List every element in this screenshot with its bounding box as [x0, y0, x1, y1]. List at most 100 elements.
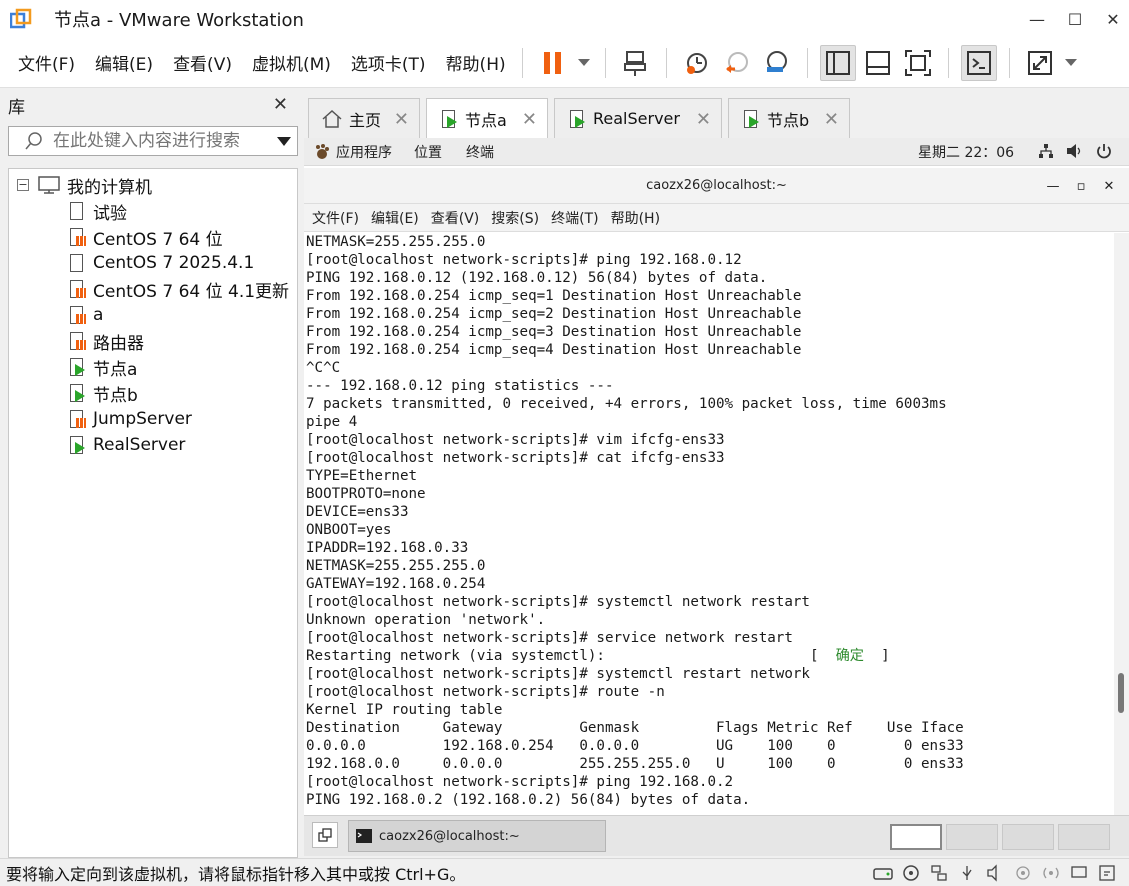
- terminal-titlebar: caozx26@localhost:~ — ▫ ✕: [304, 168, 1129, 204]
- tree-root[interactable]: − 我的计算机: [17, 173, 152, 198]
- tree-item-label: a: [93, 305, 104, 325]
- taskbar-terminal-label: caozx26@localhost:~: [379, 828, 520, 844]
- tree-root-label: 我的计算机: [67, 177, 152, 198]
- sound-icon[interactable]: [983, 861, 1007, 885]
- workspace-2[interactable]: [946, 824, 998, 850]
- menu-file[interactable]: 文件(F): [18, 50, 75, 75]
- show-desktop-icon[interactable]: [312, 822, 338, 848]
- tab-close-icon[interactable]: ✕: [824, 109, 839, 130]
- tree-item[interactable]: 节点b: [67, 381, 138, 406]
- network-adapter-icon[interactable]: [927, 861, 951, 885]
- terminal-line: Unknown operation 'network'.: [306, 612, 546, 628]
- workspace-1[interactable]: [890, 824, 942, 850]
- tab-node-a[interactable]: 节点a ✕: [426, 98, 548, 138]
- tree-item[interactable]: RealServer: [67, 433, 185, 457]
- terminal-output[interactable]: NETMASK=255.255.255.0 [root@localhost net…: [304, 233, 1114, 815]
- tree-item[interactable]: 节点a: [67, 355, 137, 380]
- guest-display[interactable]: 应用程序 位置 终端 星期二 22：06 caozx26@localhost:~…: [304, 138, 1129, 856]
- terminal-menu-view[interactable]: 查看(V): [431, 208, 480, 228]
- places-menu[interactable]: 位置: [414, 142, 442, 162]
- tree-item[interactable]: JumpServer: [67, 407, 192, 431]
- menu-tabs[interactable]: 选项卡(T): [351, 50, 426, 75]
- stretch-dropdown-icon[interactable]: [1062, 45, 1080, 81]
- send-ctrl-alt-del-icon[interactable]: [618, 45, 654, 81]
- tab-close-icon[interactable]: ✕: [696, 109, 711, 130]
- full-screen-icon[interactable]: [900, 45, 936, 81]
- terminal-menu-edit[interactable]: 编辑(E): [371, 208, 419, 228]
- collapse-icon[interactable]: −: [17, 179, 29, 191]
- terminal-line: [root@localhost network-scripts]# route …: [306, 684, 665, 700]
- tab-home[interactable]: 主页 ✕: [308, 98, 420, 138]
- terminal-app-menu[interactable]: 终端: [466, 142, 494, 162]
- menu-edit[interactable]: 编辑(E): [95, 50, 153, 75]
- terminal-line: NETMASK=255.255.255.0: [306, 558, 486, 574]
- stretch-guest-icon[interactable]: [1022, 45, 1058, 81]
- terminal-line: IPADDR=192.168.0.33: [306, 540, 469, 556]
- search-input[interactable]: [53, 131, 273, 151]
- tab-realserver-label: RealServer: [593, 109, 680, 128]
- close-library-icon[interactable]: ✕: [273, 94, 288, 115]
- clock[interactable]: 星期二 22：06: [918, 142, 1014, 162]
- terminal-line: DEVICE=ens33: [306, 504, 409, 520]
- close-button[interactable]: ✕: [1097, 0, 1129, 38]
- workspace-4[interactable]: [1058, 824, 1110, 850]
- maximize-button[interactable]: ☐: [1059, 0, 1091, 38]
- message-icon[interactable]: [1095, 861, 1119, 885]
- terminal-line: NETMASK=255.255.255.0: [306, 234, 486, 250]
- terminal-menu-help[interactable]: 帮助(H): [611, 208, 660, 228]
- snapshot-manager-icon[interactable]: [759, 45, 795, 81]
- vm-running-icon: [439, 109, 459, 129]
- network-icon[interactable]: [1038, 143, 1054, 163]
- display-icon[interactable]: [1067, 861, 1091, 885]
- snapshot-icon[interactable]: [679, 45, 715, 81]
- tree-item[interactable]: CentOS 7 64 位 4.1更新: [67, 277, 289, 302]
- window-title: 节点a - VMware Workstation: [54, 10, 304, 31]
- tab-realserver[interactable]: RealServer ✕: [554, 98, 722, 138]
- tab-node-b[interactable]: 节点b ✕: [728, 98, 850, 138]
- menu-help[interactable]: 帮助(H): [446, 50, 506, 75]
- terminal-menu-terminal[interactable]: 终端(T): [551, 208, 598, 228]
- library-title: 库: [8, 97, 25, 118]
- show-library-icon[interactable]: [819, 44, 856, 81]
- thumbnail-bar-icon[interactable]: [860, 45, 896, 81]
- terminal-line: [root@localhost network-scripts]# system…: [306, 594, 810, 610]
- terminal-line: [root@localhost network-scripts]# ping 1…: [306, 774, 734, 790]
- tab-close-icon[interactable]: ✕: [522, 109, 537, 130]
- workspace-3[interactable]: [1002, 824, 1054, 850]
- search-dropdown-icon[interactable]: [277, 137, 291, 146]
- power-dropdown-icon[interactable]: [575, 45, 593, 81]
- terminal-menu-file[interactable]: 文件(F): [312, 208, 359, 228]
- terminal-menu-search[interactable]: 搜索(S): [491, 208, 539, 228]
- wireless-icon[interactable]: [1039, 861, 1063, 885]
- search-icon: [25, 132, 42, 150]
- hard-disk-icon[interactable]: [871, 861, 895, 885]
- volume-icon[interactable]: [1066, 143, 1084, 163]
- terminal-close-button[interactable]: ✕: [1095, 168, 1123, 204]
- terminal-line: PING 192.168.0.2 (192.168.0.2) 56(84) by…: [306, 792, 751, 808]
- terminal-line: From 192.168.0.254 icmp_seq=3 Destinatio…: [306, 324, 802, 340]
- terminal-maximize-button[interactable]: ▫: [1067, 168, 1095, 204]
- console-view-icon[interactable]: [960, 44, 997, 81]
- tree-item[interactable]: 路由器: [67, 329, 144, 354]
- minimize-button[interactable]: —: [1021, 0, 1053, 38]
- scrollbar-thumb[interactable]: [1118, 673, 1124, 713]
- tree-item[interactable]: a: [67, 303, 103, 327]
- revert-snapshot-icon[interactable]: [719, 45, 755, 81]
- terminal-minimize-button[interactable]: —: [1039, 168, 1067, 204]
- menu-view[interactable]: 查看(V): [173, 50, 232, 75]
- tree-item[interactable]: CentOS 7 64 位: [67, 225, 223, 250]
- tab-close-icon[interactable]: ✕: [394, 109, 409, 130]
- power-icon[interactable]: [1096, 143, 1112, 163]
- printer-icon[interactable]: [1011, 861, 1035, 885]
- terminal-line: 192.168.0.0 0.0.0.0 255.255.255.0 U 100 …: [306, 756, 964, 772]
- menu-vm[interactable]: 虚拟机(M): [252, 50, 331, 75]
- pause-icon[interactable]: [535, 45, 571, 81]
- taskbar-terminal-item[interactable]: caozx26@localhost:~: [348, 820, 606, 852]
- usb-icon[interactable]: [955, 861, 979, 885]
- terminal-scrollbar[interactable]: [1114, 233, 1129, 815]
- applications-menu[interactable]: 应用程序: [336, 142, 392, 162]
- tab-node-a-label: 节点a: [465, 110, 507, 130]
- tree-item[interactable]: 试验: [67, 199, 127, 224]
- tree-item[interactable]: CentOS 7 2025.4.1: [67, 251, 254, 275]
- cd-dvd-icon[interactable]: [899, 861, 923, 885]
